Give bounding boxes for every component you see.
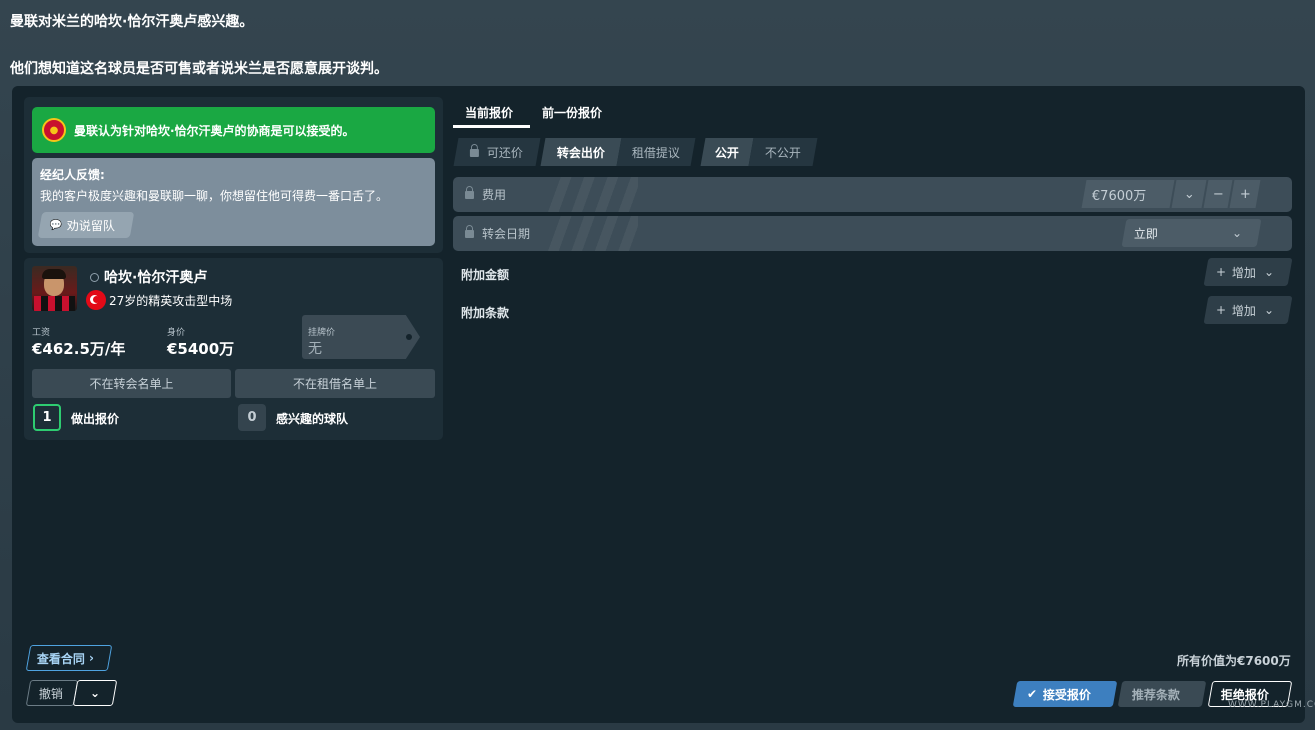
total-value-summary: 所有价值为€7600万	[1177, 654, 1291, 668]
player-name[interactable]: 哈坎·恰尔汗奥卢	[90, 267, 207, 287]
asking-price-value: 无	[308, 341, 322, 357]
visibility-segment: 公开 不公开	[700, 138, 818, 166]
lock-icon	[465, 224, 474, 238]
chat-icon: 💬	[50, 219, 63, 231]
value-value: €5400万	[167, 340, 235, 358]
transfer-offer-option[interactable]: 转会出价	[540, 138, 622, 166]
transfer-date-label: 转会日期	[482, 227, 531, 241]
chevron-down-icon: ⌄	[1232, 226, 1243, 240]
loan-list-status[interactable]: 不在租借名单上	[235, 369, 435, 398]
checkmark-icon: ✔	[1027, 687, 1038, 701]
add-amount-button[interactable]: + 增加 ⌄	[1203, 258, 1293, 286]
transfer-date-select[interactable]: 立即 ⌄	[1121, 219, 1262, 247]
club-acceptance-message: ● 曼联认为针对哈坎·恰尔汗奥卢的协商是可以接受的。	[32, 107, 435, 153]
public-option[interactable]: 公开	[700, 138, 754, 166]
tab-previous-offer[interactable]: 前一份报价	[542, 104, 602, 121]
chevron-down-icon: ⌄	[1183, 186, 1195, 202]
negotiable-toggle[interactable]: 可还价	[453, 138, 541, 166]
lock-icon	[465, 185, 474, 199]
club-message-text: 曼联认为针对哈坎·恰尔汗奥卢的协商是可以接受的。	[74, 123, 355, 138]
transfer-list-status[interactable]: 不在转会名单上	[32, 369, 231, 398]
man-utd-crest-icon: ●	[42, 118, 66, 142]
deal-type-segment: 转会出价 租借提议	[540, 138, 696, 166]
fee-decrease-button[interactable]: −	[1203, 180, 1233, 208]
asking-price-label: 挂牌价	[308, 328, 336, 338]
chevron-right-icon: ›	[89, 651, 94, 665]
loan-offer-option[interactable]: 租借提议	[616, 138, 696, 166]
wage-value: €462.5万/年	[32, 340, 126, 358]
offers-label: 做出报价	[71, 412, 120, 426]
turkey-flag-icon	[86, 290, 106, 310]
lock-icon	[470, 148, 480, 157]
fee-dropdown[interactable]: ⌄	[1171, 180, 1207, 208]
persuade-stay-button[interactable]: 💬 劝说留队	[37, 212, 135, 238]
player-photo[interactable]	[32, 266, 77, 311]
feedback-title: 经纪人反馈:	[40, 168, 105, 182]
interested-count-badge: 0	[238, 404, 266, 431]
plus-icon: +	[1216, 303, 1227, 317]
agent-feedback: 经纪人反馈: 我的客户极度兴趣和曼联聊一聊，你想留住他可得费一番口舌了。 💬 劝…	[32, 158, 435, 246]
chevron-down-icon: ⌄	[1264, 265, 1275, 279]
plus-icon: +	[1216, 265, 1227, 279]
add-clause-label: 附加条款	[461, 306, 510, 320]
fee-label: 费用	[482, 188, 507, 202]
add-amount-label: 附加金额	[461, 268, 510, 282]
fee-increase-button[interactable]: +	[1229, 180, 1261, 208]
chevron-down-icon: ⌄	[1264, 303, 1275, 317]
feedback-text: 我的客户极度兴趣和曼联聊一聊，你想留住他可得费一番口舌了。	[40, 189, 389, 203]
person-icon	[90, 272, 99, 282]
tab-current-offer[interactable]: 当前报价	[465, 104, 513, 121]
value-label: 身价	[167, 328, 186, 338]
active-tab-underline	[453, 125, 530, 128]
header-line-2: 他们想知道这名球员是否可售或者说米兰是否愿意展开谈判。	[10, 61, 388, 77]
wage-label: 工资	[32, 328, 51, 338]
watermark-text: WWW.PLAYGM.CC	[1228, 700, 1315, 710]
player-description: 27岁的精英攻击型中场	[86, 290, 232, 310]
private-option[interactable]: 不公开	[748, 138, 818, 166]
view-contract-button[interactable]: 查看合同 ›	[25, 645, 113, 671]
chevron-down-icon: ⌄	[89, 686, 101, 700]
suggest-terms-button[interactable]: 推荐条款	[1117, 681, 1207, 707]
undo-button[interactable]: 撤销	[25, 680, 79, 706]
undo-dropdown[interactable]: ⌄	[72, 680, 118, 706]
offers-count-badge: 1	[33, 404, 61, 431]
header-line-1: 曼联对米兰的哈坎·恰尔汗奥卢感兴趣。	[10, 14, 254, 30]
accept-offer-button[interactable]: ✔ 接受报价	[1012, 681, 1118, 707]
fee-input[interactable]: €7600万	[1081, 180, 1175, 208]
add-clause-button[interactable]: + 增加 ⌄	[1203, 296, 1293, 324]
interested-label: 感兴趣的球队	[276, 412, 349, 426]
